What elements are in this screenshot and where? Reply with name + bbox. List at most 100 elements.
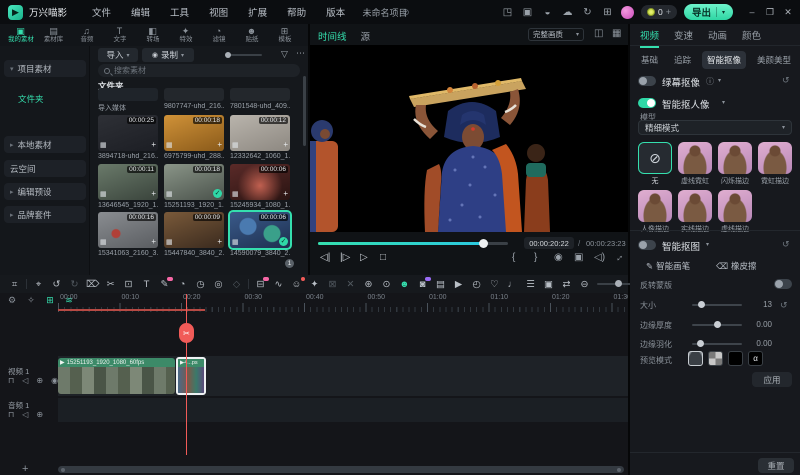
minimize-button[interactable]: – [746, 7, 758, 18]
media-item[interactable]: 00:00:25▦+3894718-uhd_216... [98, 115, 158, 160]
quick-tool-icon[interactable]: ✧ [25, 295, 37, 306]
add-to-timeline-icon[interactable]: + [217, 238, 222, 246]
info-icon[interactable]: ⓘ [706, 76, 714, 87]
tab-我的素材[interactable]: ▣我的素材 [4, 26, 37, 44]
media-item[interactable]: 00:00:18▦✓15251193_1920_1... [164, 164, 224, 209]
slider-handle[interactable] [225, 52, 231, 58]
tab-转场[interactable]: ◧转场 [136, 26, 169, 44]
smart-brush-button[interactable]: ✎ 智能画笔 [646, 260, 690, 272]
asset-store-icon[interactable]: ◳ [501, 7, 514, 18]
media-item[interactable]: 00:00:11▦+13646545_1920_1... [98, 164, 158, 209]
menu-item[interactable]: 视图 [200, 3, 237, 21]
green-screen-toggle[interactable] [638, 76, 656, 86]
snapshot-button[interactable]: ◉ [554, 252, 563, 263]
update-icon[interactable]: ↻ [581, 7, 594, 18]
大小-slider[interactable] [692, 304, 742, 306]
volume-button[interactable]: ◁) [594, 252, 605, 263]
tab-贴纸[interactable]: ☻贴纸 [235, 26, 268, 44]
sidebar-item-品牌套件[interactable]: ▸品牌套件 [4, 206, 86, 223]
undo-icon[interactable]: ↺ [50, 279, 63, 290]
media-item[interactable]: 00:00:18▦+6975799-uhd_288... [164, 115, 224, 160]
model-dropdown[interactable]: 精细模式 ▾ [638, 120, 792, 135]
split-icon[interactable]: ✂ [104, 279, 117, 290]
seek-bar[interactable] [318, 242, 508, 245]
camera-button[interactable]: ▣ [574, 252, 583, 263]
preview-mode-portrait[interactable] [688, 351, 703, 366]
media-item[interactable]: 00:00:16▦+15341063_2160_3... [98, 212, 158, 257]
export-dropdown-arrow[interactable]: ▾ [722, 9, 725, 16]
scrollbar-handle-left[interactable] [61, 468, 65, 472]
menu-item[interactable]: 帮助 [278, 3, 315, 21]
mark-in-button[interactable]: { [512, 252, 515, 263]
split-compare-icon[interactable]: ◫ [594, 28, 603, 39]
invert-mask-toggle[interactable] [774, 279, 792, 289]
workspace-icon[interactable]: ⊞ [601, 7, 614, 18]
inspector-subtab-智能抠像[interactable]: 智能抠像 [702, 51, 746, 69]
keyframe-icon[interactable]: ◇ [230, 279, 243, 290]
ai-sticker-icon[interactable]: ✦ [308, 279, 321, 290]
render-preview-icon[interactable]: ▶ [452, 279, 465, 290]
motion-track-icon[interactable]: ◎ [212, 279, 225, 290]
inspector-subtab-美颜美型[interactable]: 美颜美型 [752, 51, 796, 69]
preview-tab-时间线[interactable]: 时间线 [318, 29, 347, 43]
play-button[interactable]: ▷ [360, 252, 368, 263]
track-add-icon[interactable]: ⊞ [44, 295, 56, 306]
prev-frame-button[interactable]: ◁| [320, 252, 330, 263]
preview-mode-black[interactable] [728, 351, 743, 366]
text-icon[interactable]: T [140, 279, 153, 290]
video-viewport[interactable] [310, 45, 628, 232]
export-selection-icon[interactable]: ▤ [434, 279, 447, 290]
playhead-scissors-badge[interactable]: ✂ [179, 323, 194, 343]
speed-icon[interactable]: ◔ [176, 279, 189, 290]
timeline-scrollbar[interactable] [58, 466, 624, 473]
smart-cutout-toggle[interactable] [638, 240, 656, 250]
lock-icon[interactable]: ⊓ [8, 376, 14, 385]
redo-icon[interactable]: ↻ [68, 279, 81, 290]
seek-handle[interactable] [479, 239, 488, 248]
inspector-tab-视频[interactable]: 视频 [640, 28, 659, 42]
menu-item[interactable]: 工具 [161, 3, 198, 21]
sidebar-item-文件夹[interactable]: 文件夹 [4, 90, 86, 107]
inspector-subtab-追踪[interactable]: 追踪 [669, 51, 696, 69]
playhead[interactable]: ✂ [186, 294, 187, 455]
scene-detect-icon[interactable]: ⊙ [380, 279, 393, 290]
maximize-button[interactable]: ❐ [764, 7, 776, 18]
compare-icon[interactable]: ⊟ [254, 279, 267, 290]
mark-out-button[interactable]: } [534, 252, 537, 263]
delete-icon[interactable]: ⌦ [86, 279, 99, 290]
auto-ripple-icon[interactable]: ⇄ [560, 279, 573, 290]
media-item[interactable]: 导入媒体 [98, 88, 158, 113]
preset-无[interactable]: ⊘ [638, 142, 672, 174]
timeline-settings-icon[interactable]: ⚙ [6, 295, 18, 306]
fullscreen-button[interactable]: ↔ [612, 250, 627, 265]
add-to-timeline-icon[interactable]: + [283, 190, 288, 198]
export-button[interactable]: 导出 ▾ [684, 4, 733, 20]
apply-button[interactable]: 应用 [752, 372, 792, 387]
media-scrollbar[interactable] [303, 76, 306, 146]
lock-icon[interactable]: ⊓ [8, 410, 14, 419]
ai-portrait-toggle[interactable] [638, 98, 656, 108]
add-to-timeline-icon[interactable]: + [151, 141, 156, 149]
mute-icon[interactable]: ◁ [22, 376, 28, 385]
ai-translate-icon[interactable]: ⊛ [362, 279, 375, 290]
chevron-down-icon[interactable]: ▾ [718, 77, 721, 84]
next-frame-button[interactable]: |▷ [340, 252, 350, 263]
add-to-timeline-icon[interactable]: + [217, 141, 222, 149]
quality-dropdown[interactable]: 完整画质 ▾ [528, 28, 584, 41]
media-item[interactable]: 00:00:12▦+12332642_1060_1... [230, 115, 290, 160]
freeze-frame-icon[interactable]: ⊠ [326, 279, 339, 290]
duration-icon[interactable]: ◷ [194, 279, 207, 290]
avatar[interactable] [621, 6, 634, 19]
app-logo-icon[interactable]: ▶ [8, 5, 23, 20]
reset-icon[interactable]: ↺ [782, 239, 790, 250]
remove-icon[interactable]: ✕ [344, 279, 357, 290]
search-box[interactable] [98, 64, 300, 77]
tab-特效[interactable]: ✦特效 [169, 26, 202, 44]
media-item[interactable]: 00:00:06▦+15245934_1080_1... [230, 164, 290, 209]
save-icon[interactable]: ◒ [541, 7, 554, 18]
performance-icon[interactable]: ◴ [470, 279, 483, 290]
preset-虚线描边[interactable] [718, 190, 752, 222]
menu-item[interactable]: 扩展 [239, 3, 276, 21]
preset-闪烁描边[interactable] [718, 142, 752, 174]
crop-icon[interactable]: ⊡ [122, 279, 135, 290]
